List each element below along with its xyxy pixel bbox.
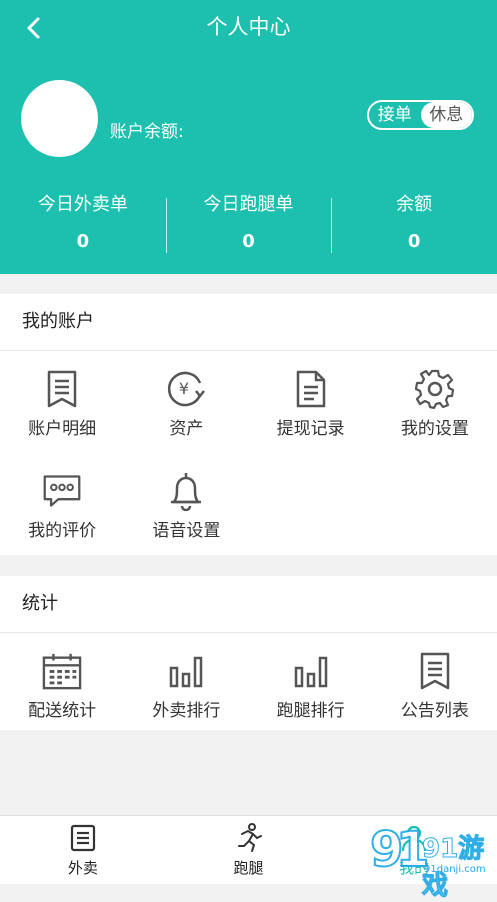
- section-title: 统计: [0, 576, 497, 633]
- account-section: 我的账户 账户明细 ¥ 资产 提现记录 我的设置 我的评价 语音设置: [0, 294, 497, 555]
- grid-item-label: 公告列表: [400, 701, 469, 721]
- my-reviews-button[interactable]: 我的评价: [0, 453, 124, 555]
- grid-item-label: 配送统计: [28, 701, 97, 721]
- tab-errand[interactable]: 跑腿: [166, 816, 332, 884]
- tab-label: 跑腿: [233, 859, 264, 877]
- grid-item-label: 外卖排行: [152, 701, 221, 721]
- stat-today-errand: 今日跑腿单 0: [165, 190, 332, 260]
- watermark-logo: 9 1 91游戏 91danji.com: [369, 818, 497, 902]
- gear-icon: [414, 369, 455, 409]
- stat-label: 余额: [396, 194, 433, 215]
- statistics-grid: 配送统计 外卖排行 跑腿排行 公告列表: [0, 633, 497, 735]
- my-settings-button[interactable]: 我的设置: [373, 351, 497, 453]
- grid-item-label: 资产: [169, 419, 204, 439]
- runner-icon: [234, 823, 264, 853]
- errand-ranking-button[interactable]: 跑腿排行: [249, 633, 373, 735]
- notice-list-button[interactable]: 公告列表: [373, 633, 497, 735]
- account-detail-button[interactable]: 账户明细: [0, 351, 124, 453]
- stat-value: 0: [242, 231, 255, 252]
- toggle-rest[interactable]: 休息: [420, 102, 472, 128]
- assets-button[interactable]: ¥ 资产: [124, 351, 248, 453]
- stat-value: 0: [76, 231, 90, 252]
- stat-value: 0: [407, 231, 421, 252]
- account-grid: 账户明细 ¥ 资产 提现记录 我的设置 我的评价 语音设置: [0, 351, 497, 555]
- voice-settings-button[interactable]: 语音设置: [124, 453, 248, 555]
- bell-icon: [166, 471, 206, 511]
- grid-item-label: 我的评价: [28, 521, 97, 541]
- withdraw-record-button[interactable]: 提现记录: [249, 351, 373, 453]
- statistics-section: 统计 配送统计 外卖排行 跑腿排行 公告列表: [0, 576, 497, 730]
- bar-chart-icon: [166, 651, 206, 691]
- list-icon: [68, 823, 98, 853]
- order-status-toggle[interactable]: 接单 休息: [367, 100, 474, 130]
- notice-list-icon: [415, 651, 455, 691]
- page-title: 个人中心: [206, 15, 291, 39]
- withdraw-record-icon: [291, 369, 331, 409]
- stat-today-takeout: 今日外卖单 0: [0, 190, 166, 260]
- section-title: 我的账户: [0, 294, 497, 351]
- calendar-icon: [42, 651, 82, 691]
- stat-label: 今日跑腿单: [203, 194, 294, 215]
- stats-row: 今日外卖单 0 今日跑腿单 0 余额 0: [0, 190, 497, 260]
- profile-header: 个人中心 账户余额: 接单 休息 今日外卖单 0 今日跑腿单 0 余额 0: [0, 0, 497, 274]
- grid-item-label: 我的设置: [400, 419, 469, 439]
- takeout-ranking-button[interactable]: 外卖排行: [124, 633, 248, 735]
- toggle-accept-orders[interactable]: 接单: [369, 102, 421, 128]
- delivery-stats-button[interactable]: 配送统计: [0, 633, 124, 735]
- tab-takeout[interactable]: 外卖: [0, 816, 166, 884]
- account-detail-icon: [42, 369, 82, 409]
- grid-item-label: 账户明细: [28, 419, 97, 439]
- grid-item-label: 语音设置: [152, 521, 221, 541]
- review-icon: [42, 471, 82, 511]
- stat-label: 今日外卖单: [37, 194, 128, 215]
- stat-balance: 余额 0: [331, 190, 497, 260]
- avatar[interactable]: [21, 80, 98, 157]
- assets-icon: ¥: [166, 369, 206, 409]
- bar-chart-icon: [291, 651, 331, 691]
- grid-item-label: 跑腿排行: [276, 701, 345, 721]
- balance-label: 账户余额:: [110, 122, 184, 142]
- tab-label: 外卖: [67, 859, 98, 877]
- grid-item-label: 提现记录: [276, 419, 345, 439]
- watermark-subtext: 91danji.com: [424, 864, 486, 875]
- svg-text:¥: ¥: [179, 379, 189, 398]
